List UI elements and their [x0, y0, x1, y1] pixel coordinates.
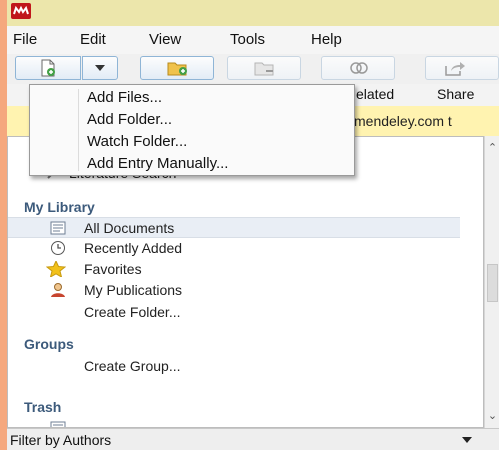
menu-edit[interactable]: Edit [80, 31, 106, 48]
add-document-menu: Add Files... Add Folder... Watch Folder.… [29, 84, 355, 176]
add-document-button[interactable] [15, 56, 81, 80]
mendeley-logo-icon [11, 3, 31, 19]
menu-separator [78, 89, 79, 171]
documents-icon [50, 221, 66, 235]
menu-item-add-folder[interactable]: Add Folder... [87, 111, 172, 128]
sidebar-item-label: Recently Added [84, 240, 183, 256]
menu-item-add-files[interactable]: Add Files... [87, 89, 162, 106]
sidebar-scrollbar[interactable]: ⌃ ⌄ [484, 136, 499, 428]
star-icon [46, 261, 66, 277]
sidebar-item-label: All Documents [84, 220, 175, 236]
remove-folder-icon [254, 62, 274, 76]
scroll-up-icon[interactable]: ⌃ [485, 140, 499, 156]
mendeley-window: File Edit View Tools Help elated Share m… [7, 0, 499, 450]
related-icon [350, 62, 368, 74]
menu-file[interactable]: File [13, 31, 37, 48]
sidebar-item-all-documents[interactable]: All Documents [8, 217, 460, 238]
clock-icon [51, 241, 65, 255]
add-document-icon [41, 59, 55, 77]
my-library-heading: My Library [24, 199, 95, 215]
filter-bar[interactable]: Filter by Authors [7, 428, 499, 450]
share-label: Share [437, 86, 475, 102]
menu-item-add-entry-manually[interactable]: Add Entry Manually... [87, 155, 228, 172]
scroll-down-icon[interactable]: ⌄ [485, 408, 499, 424]
user-icon [51, 283, 65, 297]
menu-help[interactable]: Help [311, 31, 342, 48]
trash-heading: Trash [24, 399, 62, 415]
related-label: elated [356, 86, 395, 102]
chevron-down-icon [95, 65, 105, 71]
menu-bar: File Edit View Tools Help [7, 26, 499, 54]
sidebar-item-label: My Publications [84, 282, 183, 298]
sidebar-item-label: Favorites [84, 261, 142, 277]
toolbar [7, 54, 499, 84]
scrollbar-thumb[interactable] [487, 264, 498, 302]
sidebar-item-label: Create Group... [84, 358, 181, 374]
filter-label: Filter by Authors [10, 432, 112, 448]
add-document-dropdown-button[interactable] [82, 56, 118, 80]
menu-view[interactable]: View [149, 31, 181, 48]
sidebar-item-label: Create Folder... [84, 304, 181, 320]
menu-tools[interactable]: Tools [230, 31, 265, 48]
chevron-down-icon[interactable] [462, 437, 472, 443]
library-sidebar: Literature Search My Library All Documen… [7, 136, 484, 428]
menu-item-watch-folder[interactable]: Watch Folder... [87, 133, 187, 150]
share-icon [445, 62, 465, 76]
title-bar [7, 0, 499, 26]
groups-heading: Groups [24, 336, 74, 352]
related-button[interactable] [321, 56, 395, 80]
remove-folder-button[interactable] [227, 56, 301, 80]
share-button[interactable] [425, 56, 499, 80]
documents-icon [50, 421, 66, 427]
banner-text[interactable]: mendeley.com t [354, 113, 452, 129]
add-folder-icon [167, 62, 187, 76]
add-folder-button[interactable] [140, 56, 214, 80]
